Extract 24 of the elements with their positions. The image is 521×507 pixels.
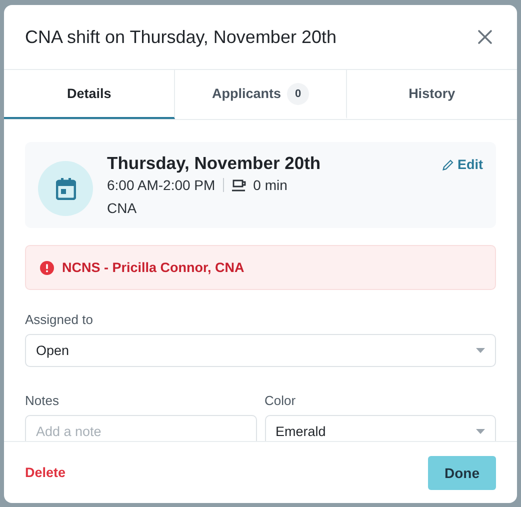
count-badge: 0 [287,82,309,104]
coffee-cup-icon [232,178,248,192]
done-button[interactable]: Done [428,456,496,490]
exclamation-icon [40,260,54,274]
calendar-icon [56,178,76,200]
shift-role: CNA [107,200,138,216]
caret-icon [476,429,485,434]
delete-button[interactable]: Delete [25,465,66,480]
caret-icon [476,348,485,353]
edit-link[interactable]: Edit [442,157,483,172]
field-label: Notes [25,393,60,408]
assignee-dropdown[interactable]: Open [25,334,496,367]
shift-time: 6:00 AM-2:00 PM [107,177,216,193]
field-label: Color [264,393,297,408]
dialog-title: CNA shift on Thursday, November 20th [25,26,336,48]
field-label: Assigned to [25,312,94,327]
notes-field[interactable]: Add a note [25,415,256,441]
close-icon [477,29,493,45]
color-dropdown[interactable]: Emerald [264,415,496,441]
tab[interactable]: Details [4,70,176,119]
break-duration: 0 min [253,177,288,193]
pencil-icon [442,158,454,170]
shift-date: Thursday, November 20th [107,153,322,174]
alert-text: NCNS - Pricilla Connor, CNA [62,260,244,275]
